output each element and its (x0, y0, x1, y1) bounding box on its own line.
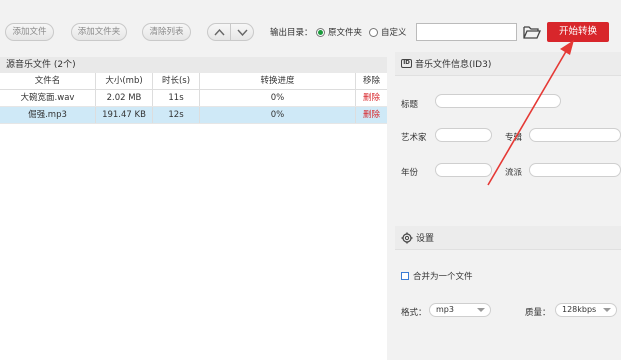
table-header: 文件名 大小(mb) 时长(s) 转换进度 移除 (0, 73, 387, 90)
caret-down-icon (477, 308, 485, 312)
radio-custom-label: 自定义 (381, 28, 407, 38)
radio-original-folder[interactable]: 原文件夹 (316, 26, 362, 38)
caret-down-icon (603, 308, 611, 312)
move-buttons (207, 23, 254, 41)
cell-progress: 0% (200, 107, 356, 123)
clear-list-button[interactable]: 清除列表 (142, 23, 191, 41)
title-field[interactable] (435, 94, 561, 108)
col-progress: 转换进度 (200, 73, 356, 89)
cell-filename: 倔强.mp3 (0, 107, 96, 123)
add-file-button[interactable]: 添加文件 (5, 23, 54, 41)
col-duration: 时长(s) (153, 73, 200, 89)
checkbox-box (401, 272, 409, 280)
output-dir-label: 输出目录： (270, 28, 313, 38)
info-panel: ID 音乐文件信息(ID3) 标题 艺术家 专辑 年份 流派 设置 合并为一个文… (395, 50, 621, 360)
quality-label: 质量： (525, 308, 551, 318)
file-list-title: 源音乐文件 (2个) (0, 57, 387, 73)
cell-duration: 11s (153, 90, 200, 106)
cell-progress: 0% (200, 90, 356, 106)
settings-header: 设置 (395, 226, 621, 250)
settings-title: 设置 (416, 234, 435, 244)
chevron-down-icon (236, 29, 248, 36)
col-remove: 移除 (362, 76, 380, 86)
file-list-panel: 源音乐文件 (2个) 文件名 大小(mb) 时长(s) 转换进度 移除 大碗宽面… (0, 57, 387, 360)
id3-title: 音乐文件信息(ID3) (415, 60, 492, 70)
quality-select[interactable]: 128kbps (555, 303, 617, 317)
quality-value: 128kbps (562, 305, 597, 314)
table-row[interactable]: 倔强.mp3 191.47 KB 12s 0% 删除 (0, 107, 387, 124)
delete-link[interactable]: 删除 (356, 90, 387, 106)
add-folder-button[interactable]: 添加文件夹 (71, 23, 127, 41)
title-label: 标题 (401, 100, 419, 110)
album-field[interactable] (529, 128, 621, 142)
chevron-up-icon (213, 28, 225, 35)
album-label: 专辑 (505, 133, 523, 143)
year-label: 年份 (401, 168, 419, 178)
genre-label: 流派 (505, 168, 523, 178)
merge-label: 合并为一个文件 (413, 272, 473, 282)
move-down-button[interactable] (230, 24, 253, 40)
radio-dot (369, 27, 378, 37)
artist-field[interactable] (435, 128, 492, 142)
col-filename: 文件名 (0, 73, 96, 89)
cell-size: 191.47 KB (96, 107, 153, 123)
year-field[interactable] (435, 163, 492, 177)
move-up-button[interactable] (208, 24, 230, 40)
start-convert-button[interactable]: 开始转换 (547, 22, 609, 42)
id3-header: ID 音乐文件信息(ID3) (395, 52, 621, 76)
table-row[interactable]: 大碗宽面.wav 2.02 MB 11s 0% 删除 (0, 90, 387, 107)
cell-filename: 大碗宽面.wav (0, 90, 96, 106)
radio-original-label: 原文件夹 (328, 28, 363, 38)
id-card-icon: ID (401, 59, 412, 68)
output-path-input[interactable] (416, 23, 517, 41)
format-select[interactable]: mp3 (429, 303, 491, 317)
cell-size: 2.02 MB (96, 90, 153, 106)
format-label: 格式： (401, 308, 427, 318)
genre-field[interactable] (529, 163, 621, 177)
cell-duration: 12s (153, 107, 200, 123)
folder-open-icon[interactable] (523, 25, 541, 39)
delete-link[interactable]: 删除 (356, 107, 387, 123)
merge-checkbox[interactable]: 合并为一个文件 (401, 270, 473, 282)
radio-custom-folder[interactable]: 自定义 (369, 26, 407, 38)
col-size: 大小(mb) (96, 73, 153, 89)
gear-icon (401, 232, 413, 243)
radio-dot (316, 27, 325, 37)
format-value: mp3 (436, 305, 454, 314)
artist-label: 艺术家 (401, 133, 427, 143)
toolbar: 添加文件 添加文件夹 清除列表 输出目录： 原文件夹 自定义 开始转换 (0, 0, 621, 50)
